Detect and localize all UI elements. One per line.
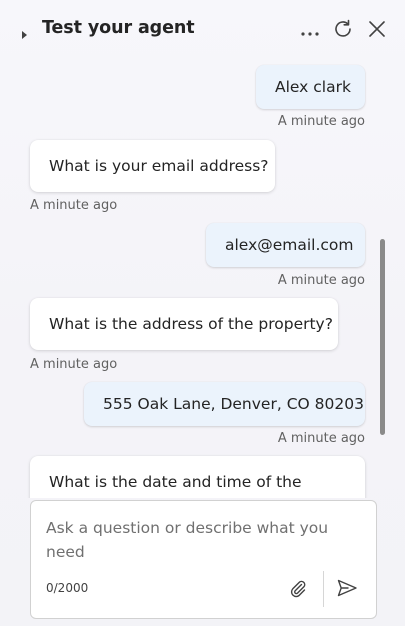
message-text: Alex clark xyxy=(275,78,351,96)
attach-button[interactable] xyxy=(285,577,311,603)
message-timestamp: A minute ago xyxy=(277,114,365,129)
user-message: 555 Oak Lane, Denver, CO 80203 xyxy=(84,382,365,426)
message-text: What is the date and time of the xyxy=(49,473,302,491)
caret-right-icon[interactable] xyxy=(19,26,29,39)
close-icon xyxy=(368,20,386,42)
composer-divider xyxy=(323,571,324,607)
message-timestamp: A minute ago xyxy=(277,431,365,446)
message-input[interactable]: Ask a question or describe what you need xyxy=(46,516,346,564)
chat-scrollbar[interactable] xyxy=(380,239,385,435)
paperclip-icon xyxy=(288,578,308,602)
refresh-icon xyxy=(332,18,354,44)
chat-header: Test your agent xyxy=(0,0,405,64)
send-button[interactable] xyxy=(333,577,361,603)
user-message: Alex clark xyxy=(256,65,365,109)
message-text: alex@email.com xyxy=(225,236,354,254)
close-button[interactable] xyxy=(364,18,390,44)
bot-message: What is the date and time of the xyxy=(30,456,365,498)
chat-transcript: Alex clark A minute ago What is your ema… xyxy=(0,64,405,498)
message-text: What is the address of the property? xyxy=(49,315,333,333)
message-text: 555 Oak Lane, Denver, CO 80203 xyxy=(103,395,364,413)
character-count: 0/2000 xyxy=(46,581,89,595)
message-timestamp: A minute ago xyxy=(30,357,118,372)
page-title: Test your agent xyxy=(42,18,195,38)
message-timestamp: A minute ago xyxy=(277,273,365,288)
message-timestamp: A minute ago xyxy=(30,198,118,213)
refresh-button[interactable] xyxy=(330,18,356,44)
send-icon xyxy=(336,578,358,602)
bot-message: What is the address of the property? xyxy=(30,298,338,350)
bot-message: What is your email address? xyxy=(30,140,275,192)
more-horizontal-icon xyxy=(300,22,320,41)
user-message: alex@email.com xyxy=(206,223,365,267)
more-options-button[interactable] xyxy=(297,18,323,44)
message-composer: Ask a question or describe what you need… xyxy=(30,500,377,619)
message-text: What is your email address? xyxy=(49,157,269,175)
